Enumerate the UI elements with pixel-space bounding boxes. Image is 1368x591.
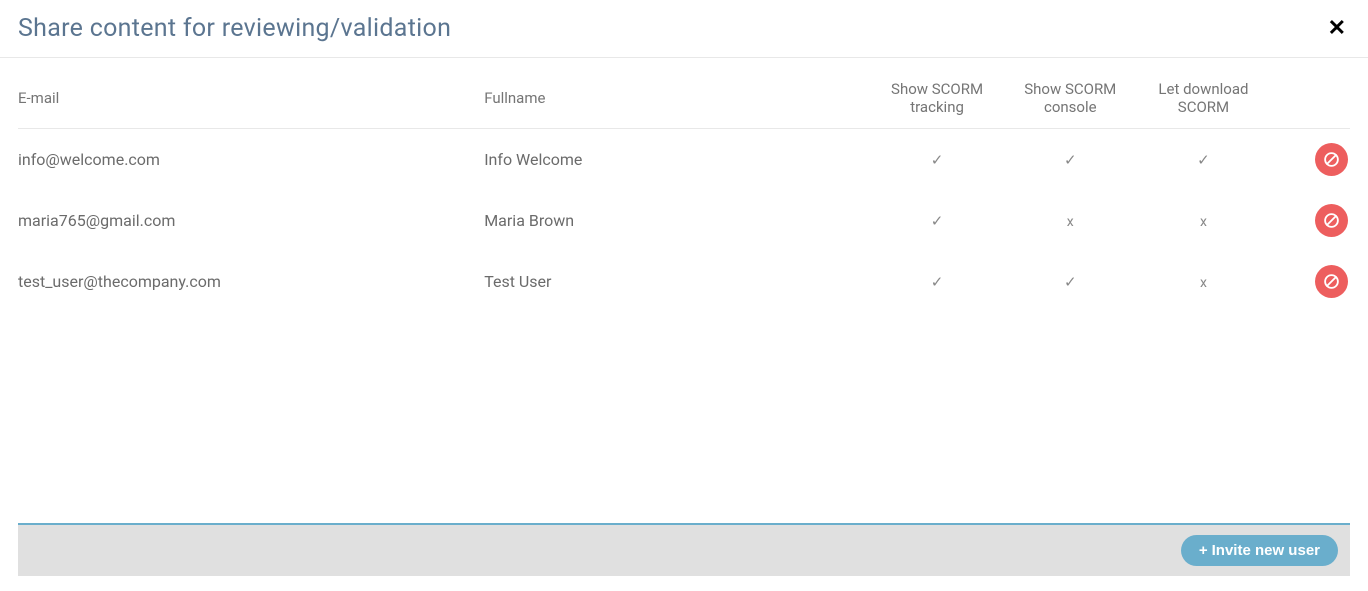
cell-console[interactable]: ✓ (1004, 251, 1137, 312)
cell-tracking[interactable]: ✓ (870, 251, 1003, 312)
share-users-table-wrap: E-mail Fullname Show SCORM tracking Show… (0, 58, 1368, 312)
col-header-action (1270, 58, 1350, 129)
dialog-footer: + Invite new user (18, 523, 1350, 576)
check-icon: ✓ (931, 212, 944, 230)
cell-email: test_user@thecompany.com (18, 251, 484, 312)
cell-fullname: Maria Brown (484, 190, 870, 251)
cell-action (1270, 190, 1350, 251)
cell-email: info@welcome.com (18, 129, 484, 191)
ban-icon (1323, 273, 1340, 290)
cell-download[interactable]: ✓ (1137, 129, 1270, 191)
table-row: maria765@gmail.com Maria Brown ✓ x x (18, 190, 1350, 251)
cell-tracking[interactable]: ✓ (870, 190, 1003, 251)
cell-action (1270, 129, 1350, 191)
remove-user-button[interactable] (1315, 204, 1348, 237)
ban-icon (1323, 151, 1340, 168)
cell-console[interactable]: x (1004, 190, 1137, 251)
remove-user-button[interactable] (1315, 265, 1348, 298)
col-header-show-console: Show SCORM console (1004, 58, 1137, 129)
table-row: test_user@thecompany.com Test User ✓ ✓ x (18, 251, 1350, 312)
col-header-fullname: Fullname (484, 58, 870, 129)
check-icon: ✓ (1064, 151, 1077, 169)
close-icon[interactable]: ✕ (1324, 18, 1350, 40)
col-header-email: E-mail (18, 58, 484, 129)
invite-button-label: Invite new user (1212, 542, 1320, 559)
check-icon: ✓ (931, 151, 944, 169)
dialog-header: Share content for reviewing/validation ✕ (0, 0, 1368, 58)
cell-download[interactable]: x (1137, 251, 1270, 312)
table-header-row: E-mail Fullname Show SCORM tracking Show… (18, 58, 1350, 129)
x-icon: x (1200, 214, 1207, 230)
table-row: info@welcome.com Info Welcome ✓ ✓ ✓ (18, 129, 1350, 191)
cell-fullname: Info Welcome (484, 129, 870, 191)
x-icon: x (1067, 214, 1074, 230)
check-icon: ✓ (1197, 151, 1210, 169)
check-icon: ✓ (931, 273, 944, 291)
cell-email: maria765@gmail.com (18, 190, 484, 251)
plus-icon: + (1199, 542, 1208, 559)
cell-console[interactable]: ✓ (1004, 129, 1137, 191)
cell-tracking[interactable]: ✓ (870, 129, 1003, 191)
cell-download[interactable]: x (1137, 190, 1270, 251)
remove-user-button[interactable] (1315, 143, 1348, 176)
col-header-show-tracking: Show SCORM tracking (870, 58, 1003, 129)
share-users-table: E-mail Fullname Show SCORM tracking Show… (18, 58, 1350, 312)
cell-action (1270, 251, 1350, 312)
x-icon: x (1200, 275, 1207, 291)
check-icon: ✓ (1064, 273, 1077, 291)
cell-fullname: Test User (484, 251, 870, 312)
invite-new-user-button[interactable]: + Invite new user (1181, 535, 1338, 566)
dialog-title: Share content for reviewing/validation (18, 14, 451, 43)
col-header-let-download: Let download SCORM (1137, 58, 1270, 129)
ban-icon (1323, 212, 1340, 229)
